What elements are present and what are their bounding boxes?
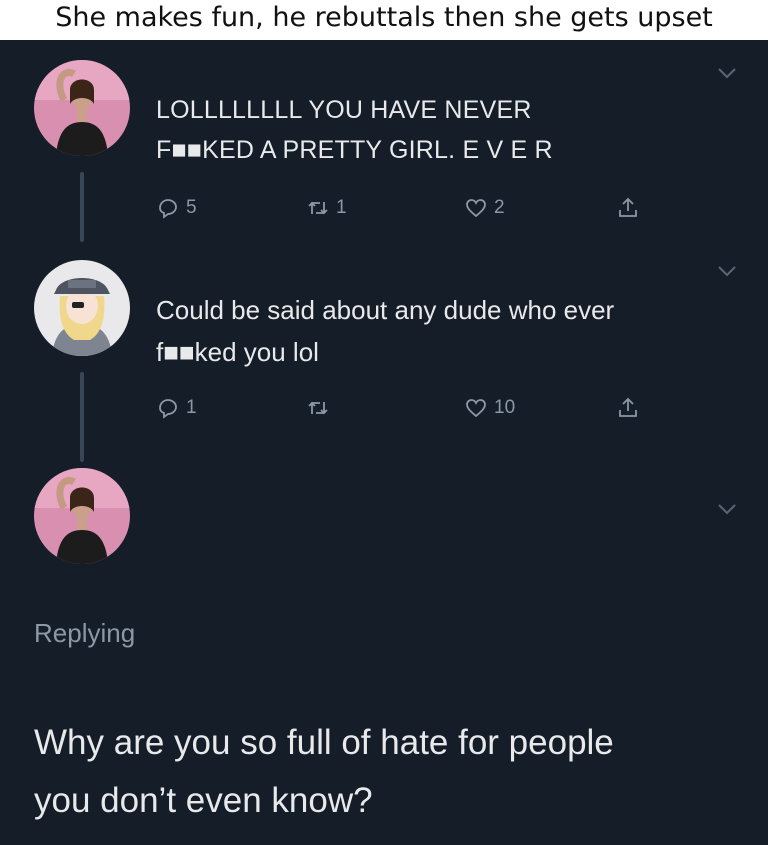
tweet-text-line: LOLLLLLLLL YOU HAVE NEVER xyxy=(156,96,532,124)
tweet-actions: 5 1 2 xyxy=(156,192,646,224)
reply-count: 1 xyxy=(186,397,197,418)
avatar-woman[interactable] xyxy=(34,60,130,156)
share-button[interactable] xyxy=(616,192,640,224)
retweet-icon xyxy=(308,401,328,415)
tweet-thread: LOLLLLLLLL YOU HAVE NEVER F■■KED A PRETT… xyxy=(0,40,768,845)
tweet-text-line: F■■KED A PRETTY GIRL. E V E R xyxy=(156,136,553,164)
tweet-text-line: Could be said about any dude who ever xyxy=(156,295,615,325)
share-icon xyxy=(619,397,637,417)
retweet-icon xyxy=(308,201,328,215)
tweet-actions: 1 10 xyxy=(156,392,646,424)
reply-count: 5 xyxy=(186,197,197,218)
chevron-down-icon[interactable] xyxy=(716,66,738,80)
share-icon xyxy=(619,197,637,217)
like-button[interactable]: 10 xyxy=(464,392,515,424)
tweet-text-line: f■■ked you lol xyxy=(156,337,319,367)
reply-icon xyxy=(159,399,177,419)
retweet-button[interactable] xyxy=(306,392,336,424)
reply-icon xyxy=(159,199,177,219)
thread-connector xyxy=(80,172,84,242)
reply-text-line: Why are you so full of hate for people xyxy=(34,723,614,762)
reply-button[interactable]: 5 xyxy=(156,192,197,224)
like-icon xyxy=(466,399,486,418)
meme-caption: She makes fun, he rebuttals then she get… xyxy=(0,0,768,40)
share-button[interactable] xyxy=(616,392,640,424)
avatar-woman[interactable] xyxy=(34,468,130,564)
replying-label: Replying xyxy=(34,618,136,648)
like-button[interactable]: 2 xyxy=(464,192,505,224)
avatar-anime-character[interactable] xyxy=(34,260,130,356)
retweet-count: 1 xyxy=(336,197,347,218)
reply-text: Why are you so full of hate for people y… xyxy=(34,714,754,830)
chevron-down-icon[interactable] xyxy=(716,264,738,278)
like-icon xyxy=(466,199,486,218)
reply-text-line: you don’t even know? xyxy=(34,781,373,820)
like-count: 10 xyxy=(494,397,516,418)
reply-button[interactable]: 1 xyxy=(156,392,197,424)
like-count: 2 xyxy=(494,197,505,218)
chevron-down-icon[interactable] xyxy=(716,502,738,516)
thread-connector xyxy=(80,372,84,462)
retweet-button[interactable]: 1 xyxy=(306,192,347,224)
